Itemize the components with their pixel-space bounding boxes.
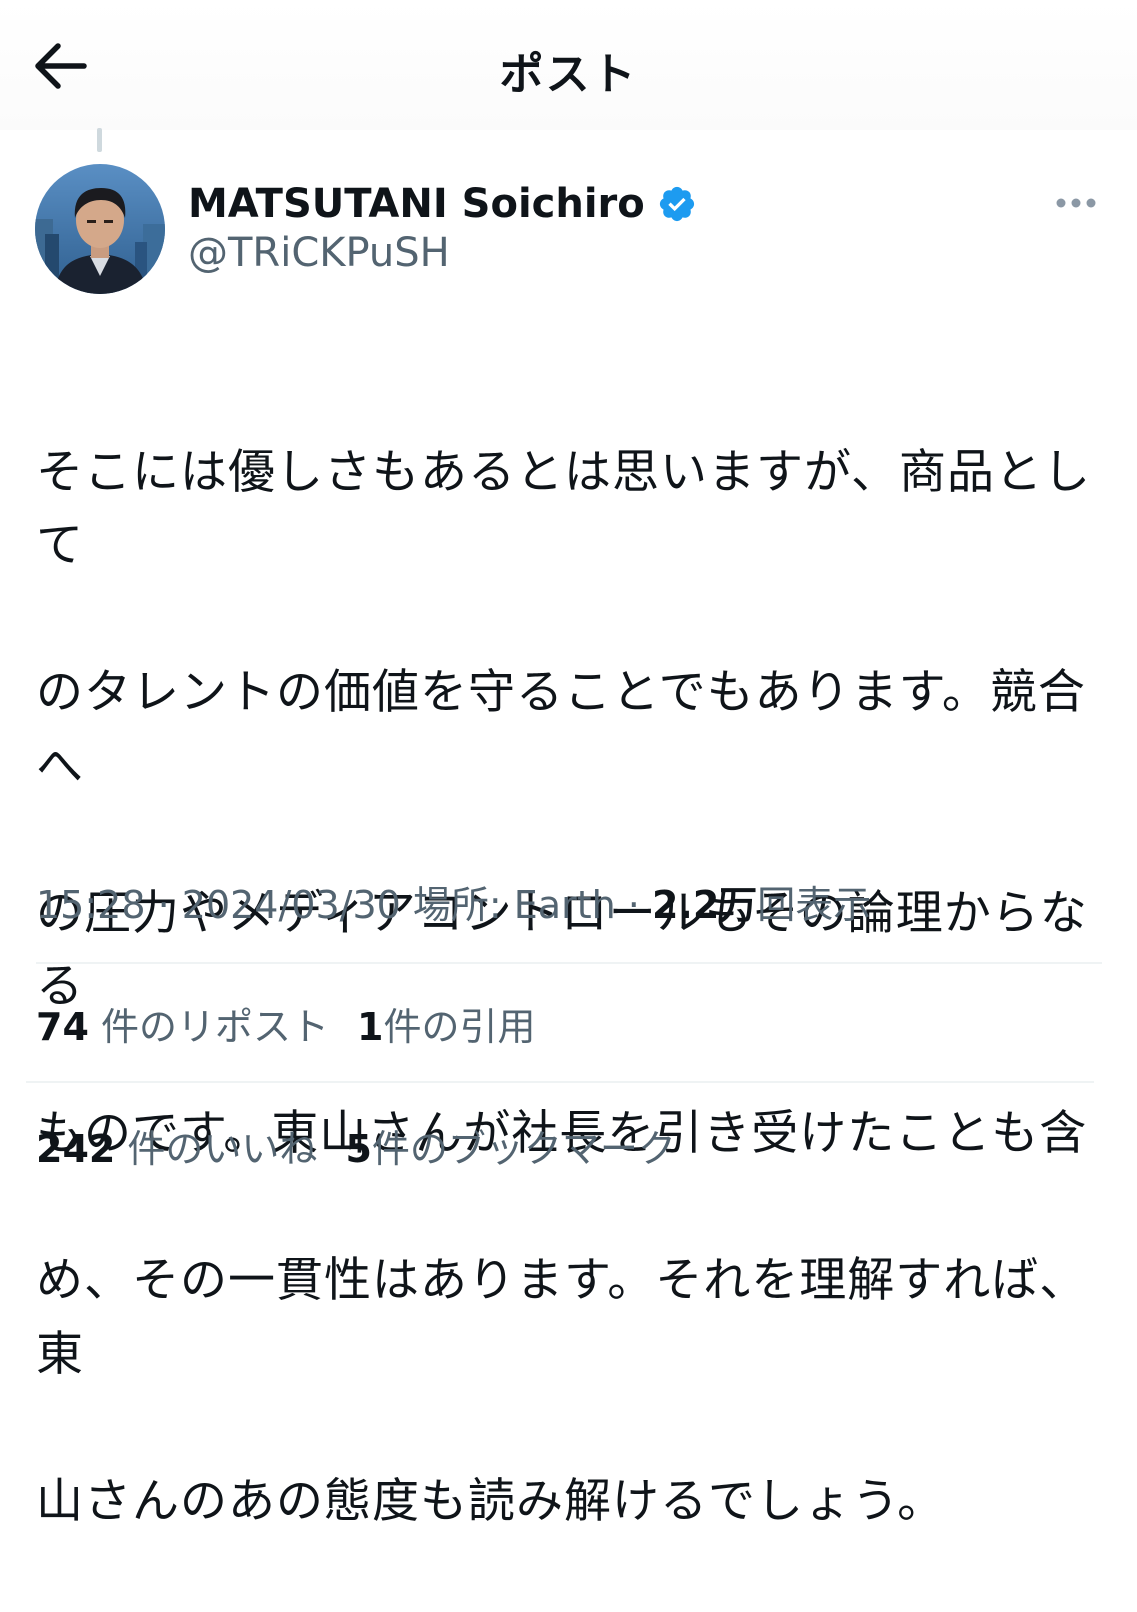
avatar-photo — [35, 164, 165, 294]
stats-row-likes: 242 件のいいね 5件のブックマーク — [36, 1118, 676, 1173]
post-meta: 15:28 · 2024/03/30 場所: Earth · 2.2万回表示 — [36, 874, 871, 929]
quotes-stat[interactable]: 1件の引用 — [357, 996, 535, 1051]
author-display-name[interactable]: MATSUTANI Soichiro — [188, 181, 645, 227]
verified-badge-icon — [659, 186, 694, 222]
bookmarks-label: 件のブックマーク — [371, 1127, 676, 1171]
reposts-count: 74 — [36, 1005, 89, 1049]
more-horizontal-icon — [1056, 198, 1096, 208]
divider — [36, 962, 1102, 964]
quotes-count: 1 — [357, 1005, 384, 1049]
avatar[interactable] — [35, 164, 165, 294]
more-options-button[interactable] — [1052, 186, 1102, 220]
bookmarks-count: 5 — [345, 1127, 372, 1171]
views-label: 回表示 — [757, 883, 872, 927]
post-text-line: のタレントの価値を守ることでもあります。競合へ — [36, 665, 1086, 794]
post-date[interactable]: 2024/03/30 — [182, 883, 401, 927]
quotes-label: 件の引用 — [383, 1005, 536, 1049]
likes-label: 件のいいね — [127, 1127, 318, 1171]
meta-separator: · — [157, 883, 182, 927]
page-title: ポスト — [499, 49, 638, 100]
author-name-row: MATSUTANI Soichiro — [188, 176, 697, 232]
author-handle[interactable]: @TRiCKPuSH — [188, 230, 450, 276]
top-header: ポスト — [0, 0, 1137, 130]
likes-count: 242 — [36, 1127, 116, 1171]
post-time[interactable]: 15:28 — [36, 883, 146, 927]
reposts-label: 件のリポスト — [100, 1005, 329, 1049]
post-text: そこには優しさもあるとは思いますが、商品として のタレントの価値を守ることでもあ… — [36, 362, 1116, 1612]
post-text-line: そこには優しさもあるとは思いますが、商品として — [36, 444, 1092, 574]
stats-row-reposts: 74 件のリポスト 1件の引用 — [36, 996, 535, 1051]
divider — [26, 1081, 1094, 1083]
views-count[interactable]: 2.2万 — [652, 883, 757, 927]
thread-connector-line — [97, 128, 102, 152]
post-text-line: 山さんのあの態度も読み解けるでしょう。 — [36, 1473, 946, 1529]
likes-stat[interactable]: 242 件のいいね — [36, 1118, 317, 1173]
bookmarks-stat[interactable]: 5件のブックマーク — [345, 1118, 675, 1173]
post-text-line: め、その一貫性はあります。それを理解すれば、東 — [36, 1253, 1088, 1382]
reposts-stat[interactable]: 74 件のリポスト — [36, 996, 329, 1051]
post-location: 場所: Earth — [412, 883, 616, 927]
meta-separator: · — [627, 883, 652, 927]
